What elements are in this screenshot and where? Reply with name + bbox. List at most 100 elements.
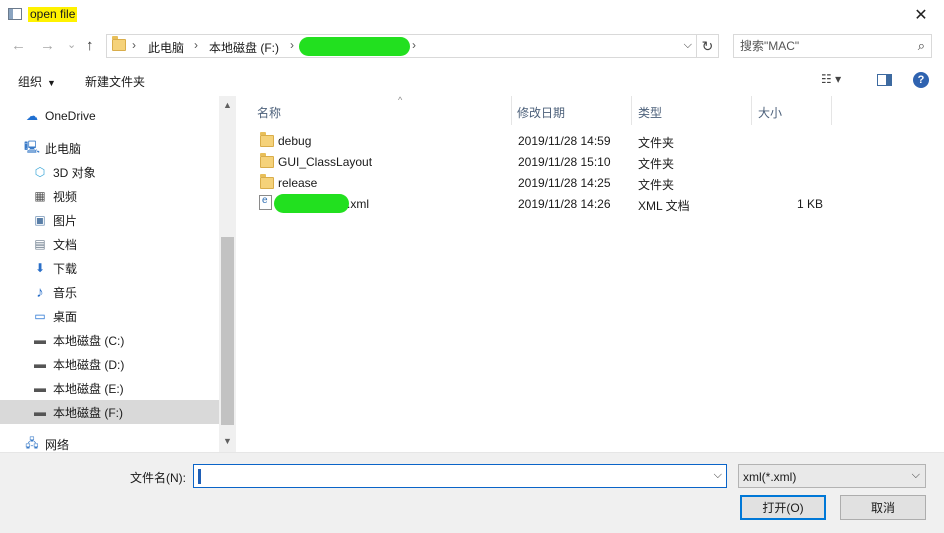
address-row: ← → ⌄ ↑ › 此电脑 › 本地磁盘 (F:) › › ⌵ ↻ ⌕	[0, 30, 944, 64]
sidebar-item-3d-objects[interactable]: ⬡ 3D 对象	[0, 160, 219, 184]
music-icon: ♪	[36, 283, 44, 301]
folder-icon	[260, 174, 274, 192]
sidebar-item-videos[interactable]: ▦ 视频	[0, 184, 219, 208]
redacted-folder-name[interactable]	[299, 37, 410, 56]
sidebar-item-drive-d[interactable]: ▬ 本地磁盘 (D:)	[0, 352, 219, 376]
sidebar-item-downloads[interactable]: ⬇ 下载	[0, 256, 219, 280]
file-type: 文件夹	[638, 178, 675, 192]
file-row[interactable]: release 2019/11/28 14:25 文件夹	[257, 172, 847, 193]
file-list[interactable]: 名称 ^ 修改日期 类型 大小 debug 2019/11/28 14:59 文…	[236, 95, 944, 452]
search-box[interactable]: ⌕	[733, 34, 932, 58]
breadcrumb-separator[interactable]: ›	[194, 38, 198, 52]
sidebar-item-label: 图片	[53, 213, 78, 228]
sidebar-item-label: 本地磁盘 (E:)	[53, 381, 124, 396]
picture-icon: ▣	[34, 213, 46, 227]
file-row[interactable]: .xml 2019/11/28 14:26 XML 文档 1 KB	[257, 193, 847, 214]
filetype-select[interactable]: xml(*.xml) ⌵	[738, 464, 926, 488]
filename-label: 文件名(N):	[130, 471, 186, 485]
breadcrumb-separator[interactable]: ›	[132, 38, 136, 52]
sidebar-item-drive-f[interactable]: ▬ 本地磁盘 (F:)	[0, 400, 219, 424]
organize-menu[interactable]: 组织 ▼	[18, 73, 56, 90]
sidebar-item-label: 视频	[53, 189, 78, 204]
column-header-label: 修改日期	[517, 106, 566, 120]
column-header-type[interactable]: 类型	[638, 96, 752, 125]
view-options-icon[interactable]: ☷ ▾	[821, 72, 841, 86]
new-folder-button[interactable]: 新建文件夹	[85, 73, 145, 90]
sort-ascending-icon: ^	[398, 95, 403, 105]
chevron-down-icon[interactable]: ⌵	[912, 469, 920, 482]
sidebar-item-label: 桌面	[53, 309, 78, 324]
column-header-size[interactable]: 大小	[758, 96, 832, 125]
computer-icon: 🖳	[24, 139, 41, 154]
help-icon[interactable]: ?	[913, 72, 929, 88]
file-name: .xml	[347, 197, 369, 211]
file-size: 1 KB	[797, 197, 824, 211]
drive-icon: ▬	[34, 405, 46, 419]
sidebar-item-onedrive[interactable]: ☁ OneDrive	[0, 104, 219, 128]
breadcrumb-drive-f[interactable]: 本地磁盘 (F:)	[209, 39, 279, 56]
file-name: debug	[278, 134, 312, 148]
chevron-down-icon[interactable]: ⌵	[714, 469, 722, 482]
column-header-label: 名称	[257, 106, 282, 120]
sidebar-item-label: 音乐	[53, 285, 78, 300]
scroll-down-icon[interactable]: ▼	[219, 436, 236, 446]
close-icon[interactable]: ✕	[898, 0, 944, 30]
file-row[interactable]: GUI_ClassLayout 2019/11/28 15:10 文件夹	[257, 151, 847, 172]
address-dropdown-icon[interactable]: ⌵	[684, 39, 692, 52]
cube-icon: ⬡	[34, 165, 46, 179]
column-header-modified[interactable]: 修改日期	[517, 96, 632, 125]
sidebar-item-desktop[interactable]: ▭ 桌面	[0, 304, 219, 328]
file-name: release	[278, 176, 318, 190]
cancel-button[interactable]: 取消	[840, 495, 926, 520]
column-header-name[interactable]: 名称 ^	[257, 95, 512, 125]
column-header-label: 大小	[758, 106, 783, 120]
command-bar: 组织 ▼ 新建文件夹 ☷ ▾ ?	[0, 64, 944, 96]
window-icon	[8, 8, 22, 20]
network-icon: 🖧	[25, 435, 39, 450]
sidebar-item-network[interactable]: 🖧 网络	[0, 432, 219, 452]
sidebar-item-pictures[interactable]: ▣ 图片	[0, 208, 219, 232]
sidebar-item-label: 本地磁盘 (C:)	[53, 333, 125, 348]
search-input[interactable]	[734, 35, 904, 57]
refresh-icon[interactable]: ↻	[697, 34, 719, 58]
drive-icon: ▬	[34, 333, 46, 347]
file-type: 文件夹	[638, 136, 675, 150]
sidebar-item-label: 本地磁盘 (F:)	[53, 405, 123, 420]
scroll-up-icon[interactable]: ▲	[219, 100, 236, 110]
up-arrow-icon[interactable]: ↑	[86, 38, 94, 54]
open-button[interactable]: 打开(O)	[740, 495, 826, 520]
dialog-footer: 文件名(N): ⌵ xml(*.xml) ⌵ 打开(O) 取消	[0, 452, 944, 533]
sidebar-item-label: 此电脑	[45, 141, 82, 156]
sidebar-item-label: 下载	[53, 261, 78, 276]
filetype-value: xml(*.xml)	[743, 470, 797, 484]
sidebar-item-drive-e[interactable]: ▬ 本地磁盘 (E:)	[0, 376, 219, 400]
scrollbar-thumb[interactable]	[221, 237, 234, 425]
recent-locations-icon[interactable]: ⌄	[67, 37, 76, 53]
back-arrow-icon[interactable]: ←	[11, 38, 26, 54]
navigation-pane[interactable]: ☁ OneDrive 🖳 此电脑 ⬡ 3D 对象 ▦ 视频 ▣ 图片 ▤ 文档 …	[0, 96, 236, 452]
address-bar[interactable]: › 此电脑 › 本地磁盘 (F:) › › ⌵	[106, 34, 697, 58]
folder-icon	[260, 153, 274, 171]
file-type: 文件夹	[638, 157, 675, 171]
file-row[interactable]: debug 2019/11/28 14:59 文件夹	[257, 130, 847, 151]
breadcrumb-separator[interactable]: ›	[290, 38, 294, 52]
video-icon: ▦	[34, 189, 46, 203]
sidebar-item-music[interactable]: ♪ 音乐	[0, 280, 219, 304]
breadcrumb-this-pc[interactable]: 此电脑	[148, 39, 184, 56]
sidebar-item-this-pc[interactable]: 🖳 此电脑	[0, 136, 219, 160]
search-icon[interactable]: ⌕	[918, 38, 925, 54]
drive-icon: ▬	[34, 357, 46, 371]
forward-arrow-icon[interactable]: →	[40, 38, 55, 54]
preview-pane-icon[interactable]	[877, 74, 892, 86]
desktop-icon: ▭	[34, 309, 46, 323]
filename-input[interactable]: ⌵	[193, 464, 727, 488]
sidebar-scrollbar[interactable]: ▲ ▼	[219, 96, 236, 452]
cloud-icon: ☁	[26, 109, 38, 123]
breadcrumb-separator[interactable]: ›	[412, 38, 416, 52]
sidebar-item-label: 文档	[53, 237, 78, 252]
download-icon: ⬇	[34, 261, 46, 275]
sidebar-item-drive-c[interactable]: ▬ 本地磁盘 (C:)	[0, 328, 219, 352]
document-icon: ▤	[34, 237, 46, 251]
sidebar-item-documents[interactable]: ▤ 文档	[0, 232, 219, 256]
column-header-label: 类型	[638, 106, 663, 120]
